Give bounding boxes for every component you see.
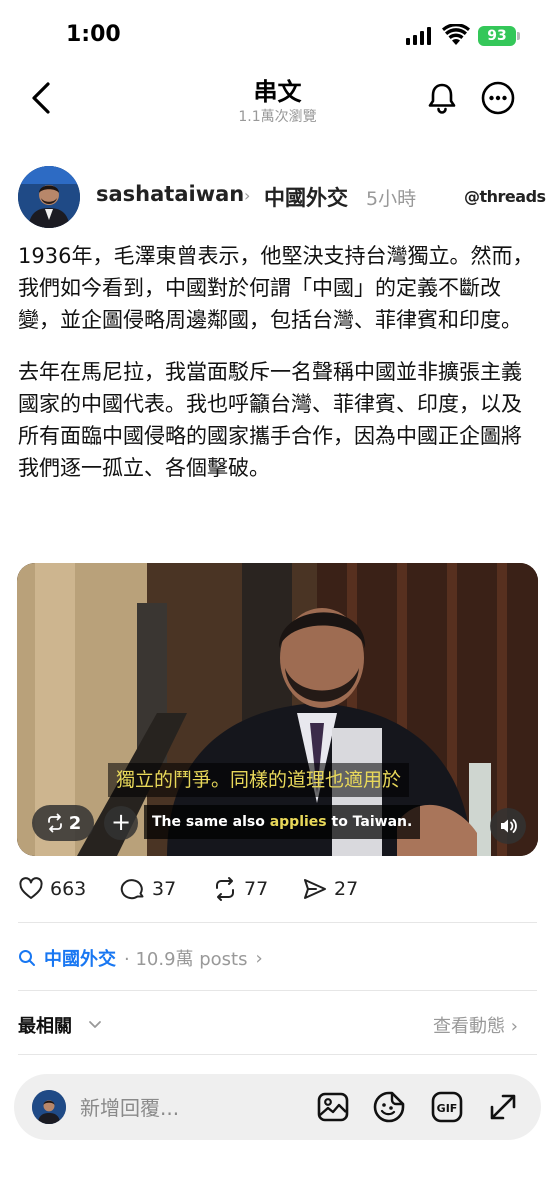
search-icon (19, 950, 35, 966)
image-icon[interactable] (316, 1090, 350, 1124)
view-activity-link[interactable]: 查看動態 › (433, 1012, 518, 1038)
view-count: 1.1萬次瀏覽 (238, 109, 317, 125)
username[interactable]: sashataiwan (96, 182, 244, 206)
sticker-icon[interactable] (372, 1090, 406, 1124)
clock: 1:00 (66, 22, 121, 47)
cellular-signal-icon (406, 27, 431, 45)
avatar[interactable] (18, 166, 80, 228)
chevron-right-icon: › (255, 947, 263, 969)
divider (18, 1054, 537, 1055)
speaker-icon (501, 819, 517, 833)
subtitle-chinese: 獨立的鬥爭。同樣的道理也適用於 (108, 763, 410, 797)
post-body: 1936年，毛澤東曾表示，他堅決支持台灣獨立。然而，我們如今看到，中國對於何謂「… (18, 240, 538, 504)
divider (18, 990, 537, 991)
video-player[interactable]: 獨立的鬥爭。同樣的道理也適用於 The same also applies to… (17, 563, 538, 856)
repost-count: 77 (244, 878, 269, 900)
topic-name: 中國外交 (44, 949, 116, 970)
svg-text:GIF: GIF (437, 1102, 458, 1115)
sound-toggle-button[interactable] (490, 808, 526, 844)
video-repost-button[interactable]: 2 (32, 805, 94, 841)
repost-icon (216, 877, 234, 901)
wifi-icon (442, 24, 470, 45)
status-bar: 1:00 93 (0, 0, 555, 70)
more-options-icon[interactable] (480, 80, 516, 116)
repost-icon (47, 813, 62, 833)
like-button[interactable]: 663 (18, 874, 86, 904)
like-count: 663 (50, 878, 87, 900)
post-time: 5小時 (366, 188, 417, 210)
bell-icon[interactable] (424, 80, 460, 116)
heart-icon (19, 877, 43, 899)
add-icon[interactable]: + (104, 806, 138, 840)
threads-logo: @threads (464, 187, 546, 206)
repost-button[interactable]: 77 (212, 874, 268, 904)
divider (18, 922, 537, 923)
battery-icon: 93 (478, 26, 516, 46)
sort-dropdown[interactable]: 最相關 (18, 1012, 72, 1038)
share-count: 27 (334, 878, 359, 900)
avatar (32, 1090, 66, 1124)
comment-button[interactable]: 37 (120, 874, 176, 904)
post-paragraph: 去年在馬尼拉，我當面駁斥一名聲稱中國並非擴張主義國家的中國代表。我也呼籲台灣、菲… (18, 360, 522, 480)
post-paragraph: 1936年，毛澤東曾表示，他堅決支持台灣獨立。然而，我們如今看到，中國對於何謂「… (18, 244, 534, 332)
send-icon (304, 879, 326, 899)
subtitle-english: The same also applies to Taiwan. (144, 805, 421, 839)
topic-tag[interactable]: 中國外交 (264, 182, 348, 212)
battery-cap (517, 32, 520, 40)
threads-at-icon: @ (464, 187, 480, 206)
comment-icon (120, 879, 144, 900)
chevron-down-icon[interactable] (87, 1017, 103, 1033)
expand-icon[interactable] (486, 1090, 520, 1124)
reply-input[interactable] (80, 1092, 300, 1124)
comment-count: 37 (152, 878, 177, 900)
page-title: 串文 (253, 78, 302, 106)
chevron-right-icon: › (244, 186, 251, 205)
share-button[interactable]: 27 (302, 874, 358, 904)
topic-link[interactable]: 中國外交 · 10.9萬 posts › (18, 944, 263, 972)
topic-post-count: · 10.9萬 posts (124, 949, 248, 970)
gif-icon[interactable]: GIF (430, 1090, 464, 1124)
